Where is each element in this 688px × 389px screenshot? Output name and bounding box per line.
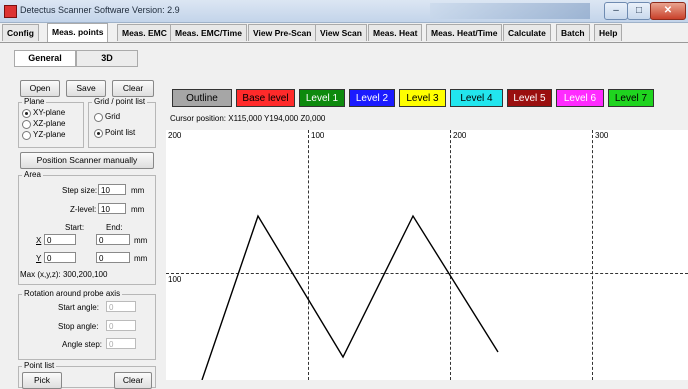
clear-points-button[interactable]: Clear <box>114 372 152 389</box>
level-7-button[interactable]: Level 7 <box>608 89 654 107</box>
rotation-group-title: Rotation around probe axis <box>22 289 123 298</box>
tab-view-scan[interactable]: View Scan <box>315 24 367 41</box>
level-1-button[interactable]: Level 1 <box>299 89 345 107</box>
plane-group-title: Plane <box>22 97 47 106</box>
grid-mode-group <box>88 102 156 148</box>
level-6-button[interactable]: Level 6 <box>556 89 604 107</box>
angle-step-label: Angle step: <box>62 340 103 349</box>
app-icon <box>4 5 17 18</box>
start-angle-input[interactable]: 0 <box>106 301 136 312</box>
z-level-unit: mm <box>131 205 145 214</box>
y-end-input[interactable]: 0 <box>96 252 130 263</box>
tab-meas-heat-time[interactable]: Meas. Heat/Time <box>426 24 503 41</box>
point-list-group-title: Point list <box>22 361 57 370</box>
subtab-3d[interactable]: 3D <box>76 50 138 67</box>
scan-path-svg <box>201 214 499 380</box>
y-start-input[interactable]: 0 <box>44 252 76 263</box>
x-unit: mm <box>134 236 148 245</box>
step-size-label: Step size: <box>62 186 98 195</box>
tab-meas-points[interactable]: Meas. points <box>47 23 109 42</box>
grid-radio[interactable] <box>94 113 103 122</box>
yz-plane-radio[interactable] <box>22 131 31 140</box>
tab-meas-heat[interactable]: Meas. Heat <box>368 24 423 41</box>
tab-meas-emc-time[interactable]: Meas. EMC/Time <box>170 24 247 41</box>
clear-button[interactable]: Clear <box>112 80 154 97</box>
z-level-input[interactable]: 10 <box>98 203 126 214</box>
pick-point-button[interactable]: Pick <box>22 372 62 389</box>
point-list-radio[interactable] <box>94 129 103 138</box>
tab-meas-emc[interactable]: Meas. EMC <box>117 24 172 41</box>
xy-plane-label: XY-plane <box>33 108 66 117</box>
start-angle-label: Start angle: <box>58 303 99 312</box>
level-5-button[interactable]: Level 5 <box>507 89 552 107</box>
tab-calculate[interactable]: Calculate <box>503 24 551 41</box>
grid-label: Grid <box>105 112 121 121</box>
y-unit: mm <box>134 254 148 263</box>
angle-step-input[interactable]: 0 <box>106 338 136 349</box>
y-axis-label: Y <box>36 254 42 263</box>
cursor-position-readout: Cursor position: X115,000 Y194,000 Z0,00… <box>170 114 326 123</box>
level-2-button[interactable]: Level 2 <box>349 89 395 107</box>
level-base-button[interactable]: Base level <box>236 89 295 107</box>
save-button[interactable]: Save <box>66 80 106 97</box>
close-button[interactable]: ✕ <box>650 2 686 20</box>
scan-plot-area[interactable]: 200 100 200 300 100 <box>166 130 688 380</box>
level-4-button[interactable]: Level 4 <box>450 89 503 107</box>
subtab-general[interactable]: General <box>14 50 76 67</box>
tab-help[interactable]: Help <box>594 24 623 41</box>
position-scanner-manually-button[interactable]: Position Scanner manually <box>20 152 154 169</box>
tab-config[interactable]: Config <box>2 24 39 41</box>
xz-plane-radio[interactable] <box>22 120 31 129</box>
level-3-button[interactable]: Level 3 <box>399 89 446 107</box>
stop-angle-label: Stop angle: <box>58 322 99 331</box>
window-title: Detectus Scanner Software Version: 2.9 <box>20 5 180 15</box>
step-size-unit: mm <box>131 186 145 195</box>
xy-plane-radio[interactable] <box>22 109 31 118</box>
step-size-input[interactable]: 10 <box>98 184 126 195</box>
open-button[interactable]: Open <box>20 80 60 97</box>
tab-view-prescan[interactable]: View Pre-Scan <box>248 24 317 41</box>
scan-path-line <box>201 214 499 380</box>
x-start-input[interactable]: 0 <box>44 234 76 245</box>
x-axis-label: X <box>36 236 42 245</box>
end-column-label: End: <box>106 223 123 232</box>
settings-panel: Open Save Clear Plane XY-plane XZ-plane … <box>18 72 156 389</box>
level-outline-button[interactable]: Outline <box>172 89 232 107</box>
xz-plane-label: XZ-plane <box>33 119 66 128</box>
yz-plane-label: YZ-plane <box>33 130 66 139</box>
x-end-input[interactable]: 0 <box>96 234 130 245</box>
main-tab-strip: Config Meas. points Meas. EMC Meas. EMC/… <box>0 23 688 43</box>
title-bar: Detectus Scanner Software Version: 2.9 –… <box>0 0 688 23</box>
point-list-label: Point list <box>105 128 136 137</box>
max-dimensions-text: Max (x,y,z): 300,200,100 <box>20 270 108 279</box>
title-bar-shade <box>430 3 590 19</box>
stop-angle-input[interactable]: 0 <box>106 320 136 331</box>
grid-mode-group-title: Grid / point list <box>92 97 148 106</box>
maximize-button[interactable]: □ <box>627 2 651 20</box>
z-level-label: Z-level: <box>70 205 97 214</box>
minimize-button[interactable]: – <box>604 2 628 20</box>
tab-batch[interactable]: Batch <box>556 24 590 41</box>
area-group-title: Area <box>22 170 43 179</box>
start-column-label: Start: <box>65 223 85 232</box>
